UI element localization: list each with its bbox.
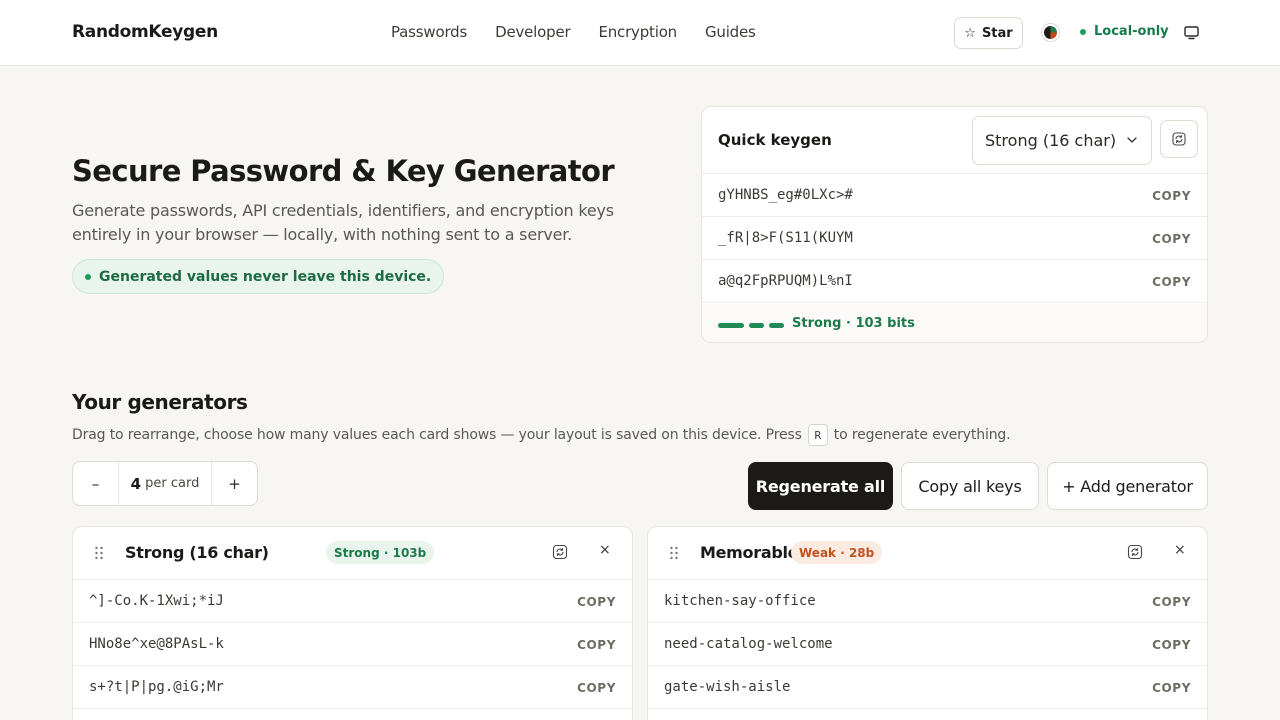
- strength-bar-segment: [749, 323, 764, 328]
- generated-value[interactable]: ^]-Co.K-1Xwi;*iJ: [89, 593, 224, 609]
- theme-switcher-icon[interactable]: [1042, 24, 1059, 41]
- quick-keygen-row: gYHNBS_eg#0LXc># COPY: [702, 174, 1207, 217]
- generated-value[interactable]: a@q2FpRPUQM)L%nI: [718, 273, 853, 289]
- generator-card: Memorable Weak · 28b × kitchen-say-offic…: [647, 526, 1208, 720]
- add-generator-button[interactable]: + Add generator: [1047, 462, 1208, 510]
- copy-button[interactable]: COPY: [1152, 681, 1191, 695]
- privacy-badge: Generated values never leave this device…: [72, 259, 445, 294]
- generated-value[interactable]: gYHNBS_eg#0LXc>#: [718, 187, 853, 203]
- copy-button[interactable]: COPY: [1152, 595, 1191, 609]
- generated-row: kitchen-say-office COPY: [648, 580, 1207, 623]
- quick-keygen-title: Quick keygen: [718, 131, 832, 149]
- generated-value[interactable]: _fR|8>F(S11(KUYM: [718, 230, 853, 246]
- strength-badge: Weak · 28b: [791, 541, 883, 564]
- quick-keygen-header: Quick keygen Strong (16 char): [702, 107, 1207, 174]
- privacy-dot-icon: [85, 273, 91, 280]
- star-label: Star: [981, 25, 1013, 41]
- status-dot-icon: [1080, 28, 1086, 35]
- quick-keygen-selected-option: Strong (16 char): [985, 131, 1117, 150]
- local-only-label: Local-only: [1094, 24, 1169, 39]
- refresh-icon: [1172, 132, 1186, 146]
- shortcut-key: R: [807, 424, 828, 446]
- copy-button[interactable]: COPY: [1152, 275, 1191, 289]
- generator-card: Strong (16 char) Strong · 103b × ^]-Co.K…: [72, 526, 633, 720]
- copy-button[interactable]: COPY: [1152, 189, 1191, 203]
- per-card-value: 4 per card: [118, 462, 212, 505]
- close-icon[interactable]: ×: [599, 542, 611, 558]
- generators-subtitle: Drag to rearrange, choose how many value…: [72, 424, 1011, 446]
- decrement-button[interactable]: –: [73, 462, 118, 505]
- generated-row: s+?t|P|pg.@iG;Mr COPY: [73, 666, 632, 709]
- main-nav: Passwords Developer Encryption Guides: [391, 23, 784, 41]
- quick-keygen-row: _fR|8>F(S11(KUYM COPY: [702, 217, 1207, 260]
- generators-subtitle-before: Drag to rearrange, choose how many value…: [72, 427, 802, 443]
- generated-row: HNo8e^xe@8PAsL-k COPY: [73, 623, 632, 666]
- generators-subtitle-after: to regenerate everything.: [833, 427, 1011, 443]
- brand-logo[interactable]: RandomKeygen: [72, 22, 218, 42]
- generator-name: Memorable: [700, 543, 799, 562]
- quick-keygen-row: a@q2FpRPUQM)L%nI COPY: [702, 260, 1207, 303]
- generators-title: Your generators: [72, 390, 248, 414]
- generated-value[interactable]: gate-wish-aisle: [664, 679, 790, 695]
- generated-row: need-catalog-welcome COPY: [648, 623, 1207, 666]
- strength-label: Strong · 103 bits: [792, 316, 915, 331]
- generated-value[interactable]: HNo8e^xe@8PAsL-k: [89, 636, 224, 652]
- star-icon: ☆: [964, 25, 976, 41]
- nav-guides[interactable]: Guides: [705, 23, 756, 41]
- copy-button[interactable]: COPY: [577, 595, 616, 609]
- generator-card-header: Memorable Weak · 28b ×: [648, 527, 1207, 580]
- quick-keygen-type-select[interactable]: Strong (16 char): [972, 116, 1152, 165]
- strength-bar-segment: [718, 323, 744, 328]
- copy-button[interactable]: COPY: [577, 638, 616, 652]
- nav-encryption[interactable]: Encryption: [598, 23, 677, 41]
- nav-developer[interactable]: Developer: [495, 23, 571, 41]
- drag-handle-icon[interactable]: [94, 546, 104, 560]
- per-card-stepper: – 4 per card +: [72, 461, 258, 506]
- privacy-badge-label: Generated values never leave this device…: [99, 268, 432, 285]
- per-card-count: 4: [130, 474, 142, 493]
- star-button[interactable]: ☆ Star: [954, 17, 1023, 49]
- local-only-status: Local-only: [1080, 24, 1169, 39]
- generated-row: ^]-Co.K-1Xwi;*iJ COPY: [73, 580, 632, 623]
- increment-button[interactable]: +: [212, 462, 257, 505]
- strength-badge: Strong · 103b: [326, 541, 435, 564]
- nav-passwords[interactable]: Passwords: [391, 23, 467, 41]
- copy-all-keys-button[interactable]: Copy all keys: [901, 462, 1039, 510]
- copy-button[interactable]: COPY: [577, 681, 616, 695]
- generated-row: gate-wish-aisle COPY: [648, 666, 1207, 709]
- generated-value[interactable]: kitchen-say-office: [664, 593, 816, 609]
- quick-keygen-card: Quick keygen Strong (16 char) gYHNBS_eg#…: [701, 106, 1208, 343]
- strength-bars: [718, 323, 784, 328]
- refresh-icon[interactable]: [552, 544, 568, 560]
- refresh-icon[interactable]: [1127, 544, 1143, 560]
- copy-button[interactable]: COPY: [1152, 232, 1191, 246]
- drag-handle-icon[interactable]: [669, 546, 679, 560]
- chevron-down-icon: [1127, 137, 1137, 143]
- regenerate-all-button[interactable]: Regenerate all: [748, 462, 893, 510]
- generated-value[interactable]: need-catalog-welcome: [664, 636, 833, 652]
- generator-name: Strong (16 char): [125, 543, 269, 562]
- generated-value[interactable]: s+?t|P|pg.@iG;Mr: [89, 679, 224, 695]
- per-card-unit: per card: [145, 476, 200, 491]
- strength-meter: Strong · 103 bits: [702, 304, 1207, 342]
- copy-button[interactable]: COPY: [1152, 638, 1191, 652]
- monitor-icon[interactable]: [1183, 24, 1200, 41]
- close-icon[interactable]: ×: [1174, 542, 1186, 558]
- page-title: Secure Password & Key Generator: [72, 154, 615, 188]
- generator-card-header: Strong (16 char) Strong · 103b ×: [73, 527, 632, 580]
- quick-keygen-refresh-button[interactable]: [1160, 120, 1198, 158]
- strength-bar-segment: [769, 323, 784, 328]
- page-subtitle: Generate passwords, API credentials, ide…: [72, 201, 614, 244]
- top-bar: RandomKeygen Passwords Developer Encrypt…: [0, 0, 1280, 66]
